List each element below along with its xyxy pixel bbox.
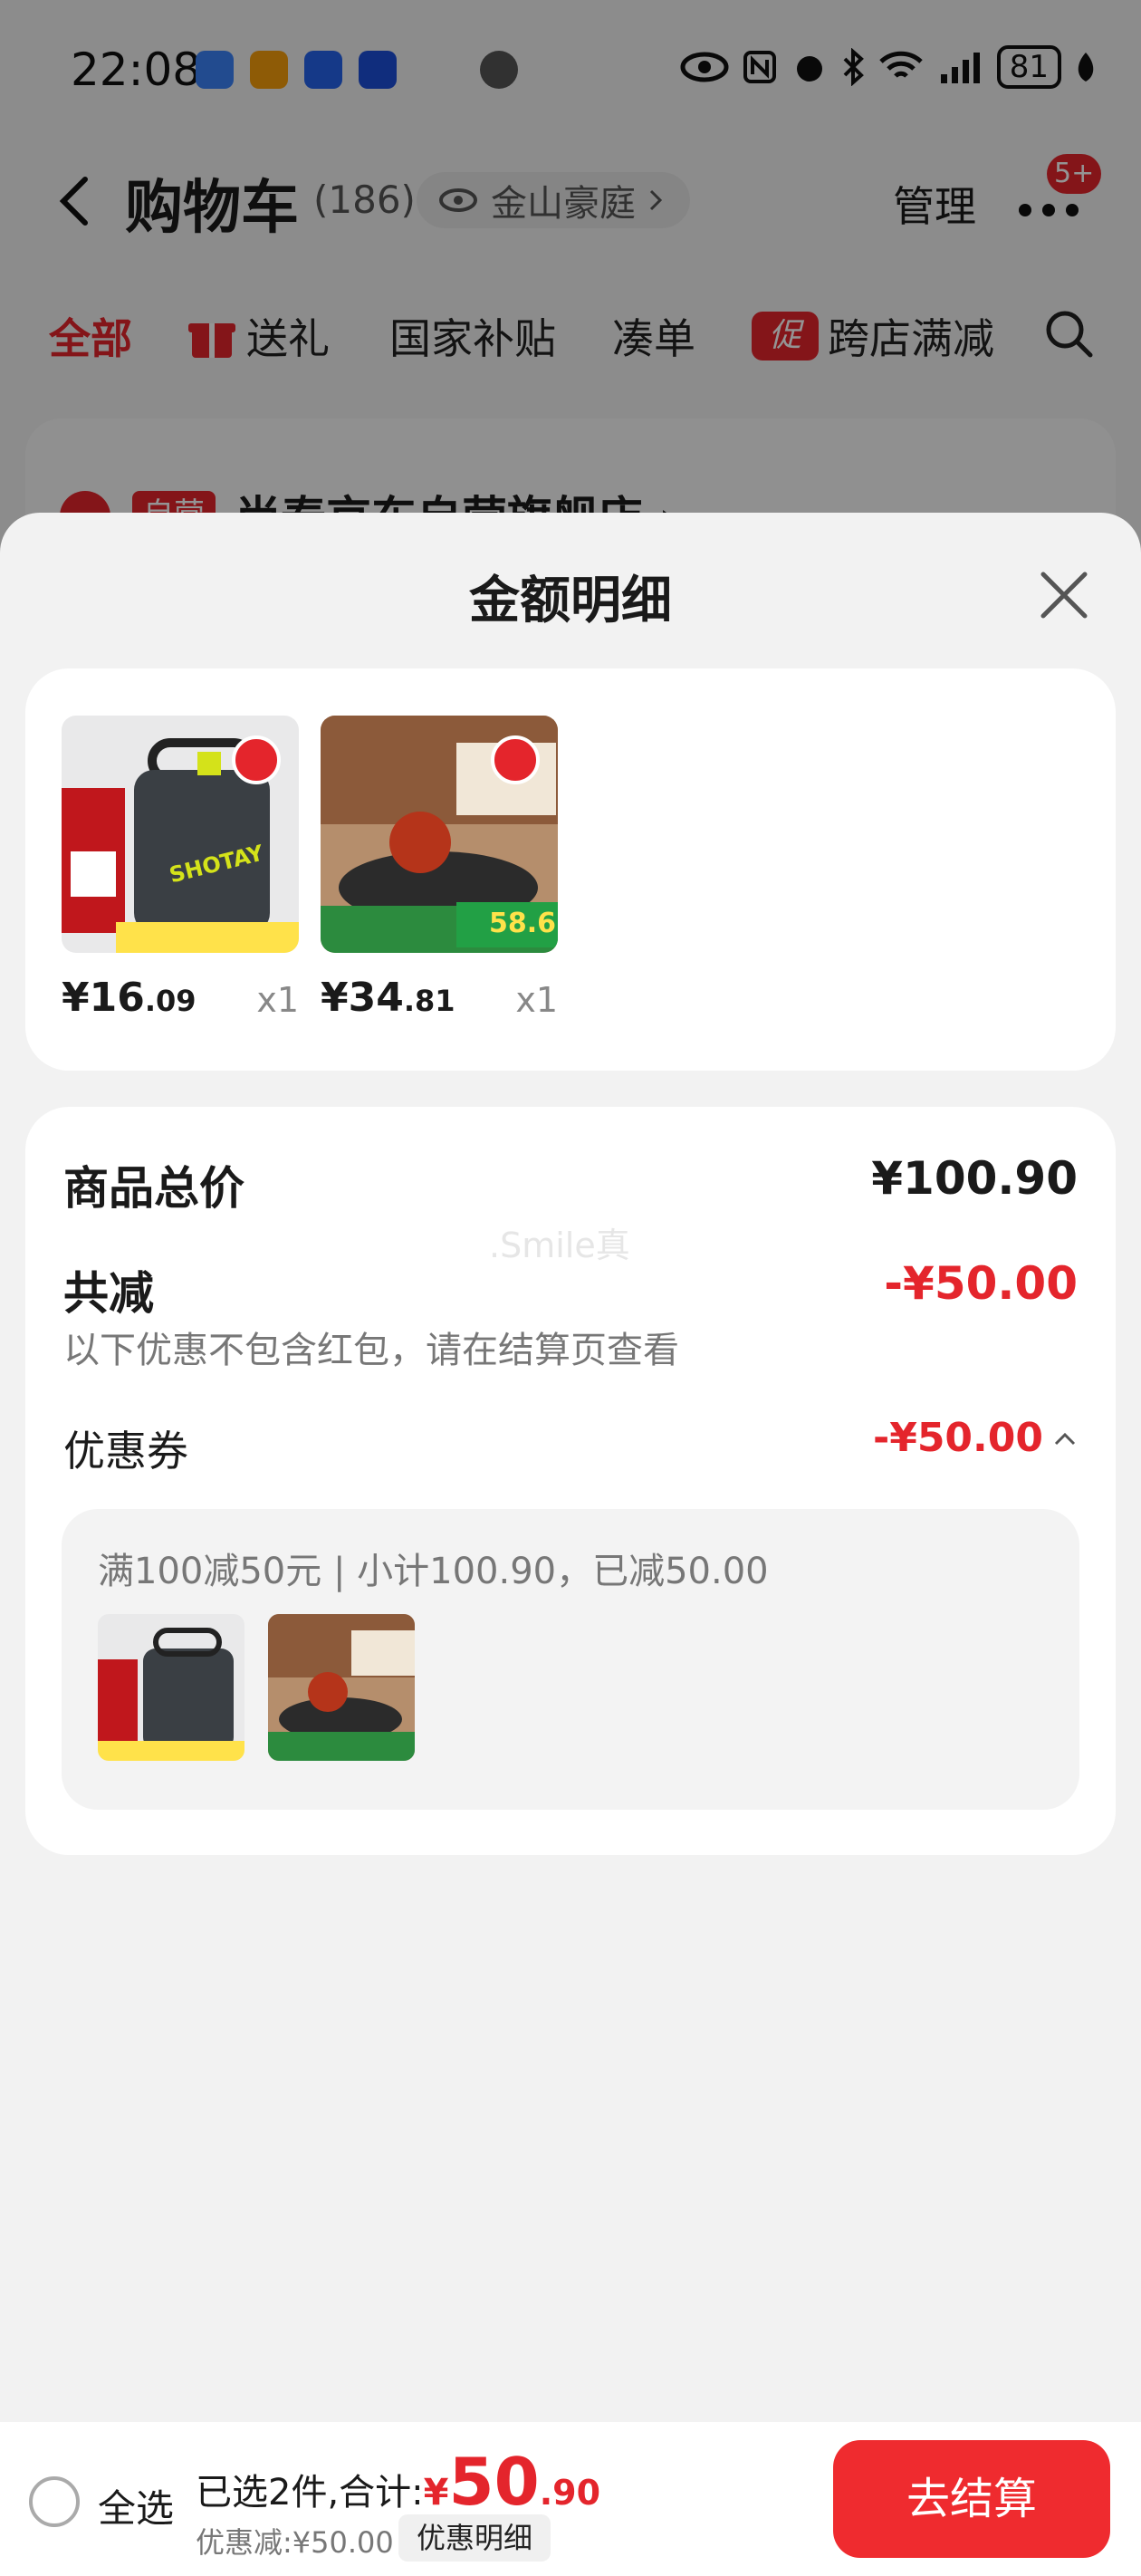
product-price: ¥16.09 [62, 975, 197, 1021]
product-checkbox[interactable] [491, 735, 540, 784]
discount-label: 共减 [63, 1267, 154, 1320]
price-main: ¥16 [62, 975, 145, 1021]
total-decimal: .90 [539, 2473, 601, 2513]
goods-total-value: ¥100.90 [871, 1152, 1078, 1205]
coupon-label: 优惠券 [63, 1427, 188, 1475]
checkout-button[interactable]: 去结算 [833, 2440, 1110, 2558]
currency-symbol: ¥ [423, 2472, 449, 2514]
coupon-value: -¥50.00 [872, 1415, 1043, 1461]
select-all-label[interactable]: 全选 [98, 2478, 174, 2533]
total-amount: 50 [448, 2444, 540, 2520]
coupon-product-thumbnail [268, 1614, 415, 1761]
product-image-wok: 58.65 [321, 716, 558, 953]
amount-detail-sheet: 金额明细 SHOTAY ¥16.09 x1 58.6 ¥34.81 x1 商品总… [0, 513, 1141, 2576]
discount-value: -¥50.00 [884, 1257, 1078, 1310]
coupon-detail-box: 满100减50元 | 小计100.90，已减50.00 [62, 1509, 1079, 1810]
saved-amount: 优惠减:¥50.00 [196, 2525, 394, 2560]
product-item[interactable]: 58.65 ¥34.81 x1 [321, 716, 558, 1021]
discount-hint: 以下优惠不包含红包，请在结算页查看 [63, 1330, 679, 1371]
selected-count-text: 已选2件,合计: [196, 2472, 424, 2514]
product-checkbox[interactable] [232, 735, 281, 784]
product-image-bottle: SHOTAY [62, 716, 299, 953]
chevron-up-icon [1054, 1432, 1076, 1445]
close-icon[interactable] [1032, 563, 1096, 627]
product-price: ¥34.81 [321, 975, 455, 1021]
coupon-description: 满100减50元 | 小计100.90，已减50.00 [98, 1551, 769, 1592]
coupon-toggle[interactable]: -¥50.00 [873, 1415, 1078, 1461]
coupon-product-thumbnail [98, 1614, 244, 1761]
discount-detail-button[interactable]: 优惠明细 [398, 2514, 551, 2562]
selected-products-card: SHOTAY ¥16.09 x1 58.65 ¥34.81 [25, 668, 1116, 1071]
price-decimal: .09 [144, 984, 197, 1018]
product-quantity: x1 [256, 980, 299, 1020]
price-decimal: .81 [403, 984, 455, 1018]
price-main: ¥34 [321, 975, 404, 1021]
product-quantity: x1 [515, 980, 558, 1020]
promo-price-text: 58.65 [489, 908, 558, 939]
watermark: .Smile真 [489, 1226, 630, 1265]
price-summary-card: 商品总价 ¥100.90 .Smile真 共减 -¥50.00 以下优惠不包含红… [25, 1107, 1116, 1855]
sheet-title: 金额明细 [469, 572, 672, 630]
select-all-checkbox[interactable] [29, 2476, 80, 2527]
product-item[interactable]: SHOTAY ¥16.09 x1 [62, 716, 299, 1021]
checkout-bar: 全选 已选2件,合计: ¥ 50 .90 优惠减:¥50.00 优惠明细 去结算 [0, 2422, 1141, 2576]
total-summary: 已选2件,合计: ¥ 50 .90 [196, 2444, 600, 2520]
goods-total-label: 商品总价 [63, 1162, 244, 1215]
